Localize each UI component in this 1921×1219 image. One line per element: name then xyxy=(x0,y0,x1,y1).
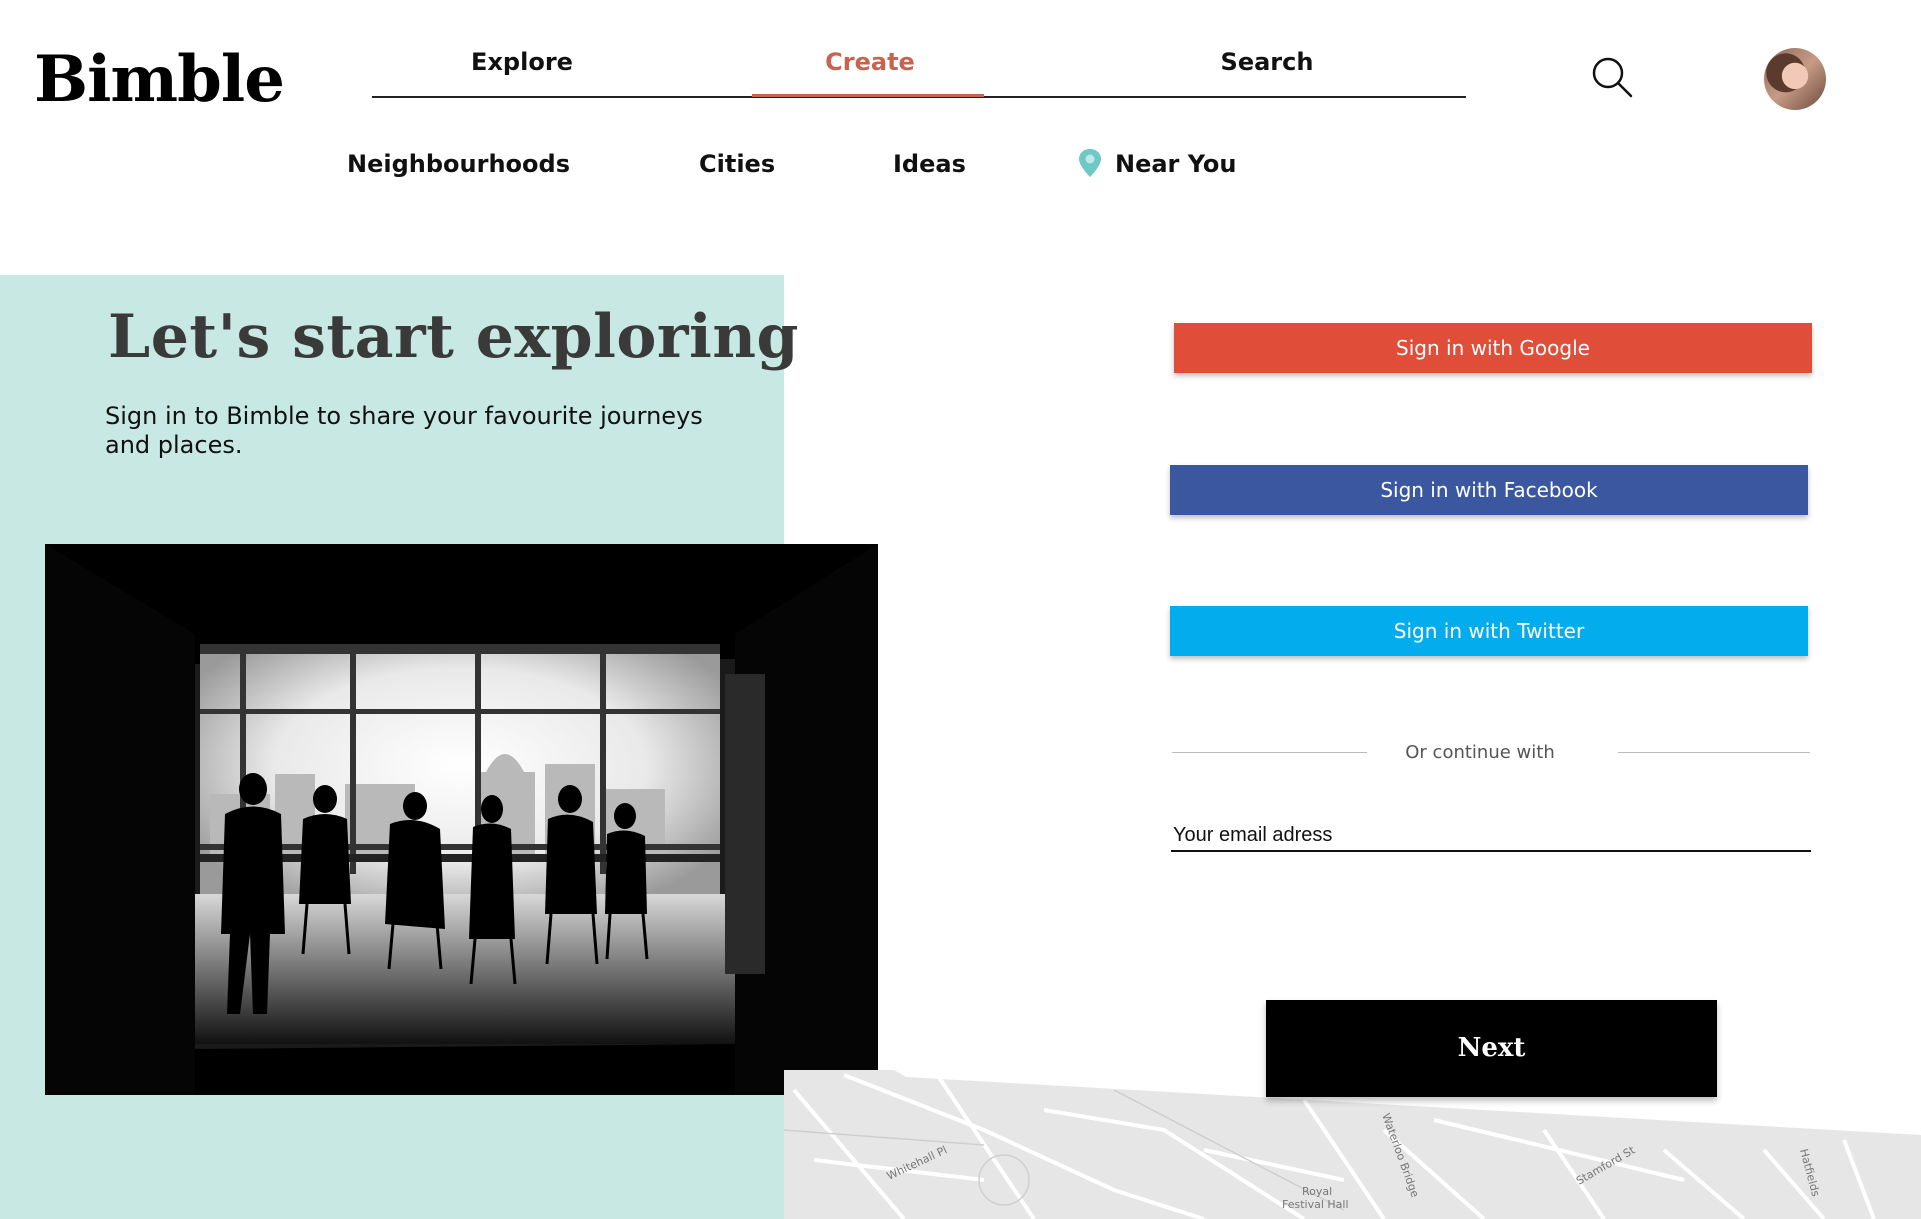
hero-photo xyxy=(45,544,878,1095)
divider-left xyxy=(1172,752,1367,753)
subnav-ideas[interactable]: Ideas xyxy=(893,150,966,178)
tab-search[interactable]: Search xyxy=(1207,48,1327,76)
map-label: Festival Hall xyxy=(1282,1198,1349,1211)
divider-right xyxy=(1618,752,1810,753)
nav-active-indicator xyxy=(752,94,984,97)
sign-in-facebook-button[interactable]: Sign in with Facebook xyxy=(1170,465,1808,515)
hero-subtitle: Sign in to Bimble to share your favourit… xyxy=(105,402,703,459)
subnav-cities[interactable]: Cities xyxy=(699,150,775,178)
subnav-near-you[interactable]: Near You xyxy=(1115,150,1237,178)
avatar[interactable] xyxy=(1764,48,1826,110)
tab-create[interactable]: Create xyxy=(805,48,935,76)
search-icon[interactable] xyxy=(1590,55,1634,99)
hero-title: Let's start exploring xyxy=(108,302,799,372)
subnav-neighbourhoods[interactable]: Neighbourhoods xyxy=(347,150,570,178)
sign-in-google-button[interactable]: Sign in with Google xyxy=(1174,323,1812,373)
map-label: Royal xyxy=(1302,1185,1332,1198)
email-field[interactable] xyxy=(1171,820,1811,852)
sign-in-twitter-button[interactable]: Sign in with Twitter xyxy=(1170,606,1808,656)
next-button[interactable]: Next xyxy=(1266,1000,1717,1097)
map-pin-icon xyxy=(1079,149,1101,177)
or-continue-text: Or continue with xyxy=(1405,742,1555,763)
tab-explore[interactable]: Explore xyxy=(460,48,584,76)
bimble-logo[interactable]: Bimble xyxy=(34,42,285,117)
